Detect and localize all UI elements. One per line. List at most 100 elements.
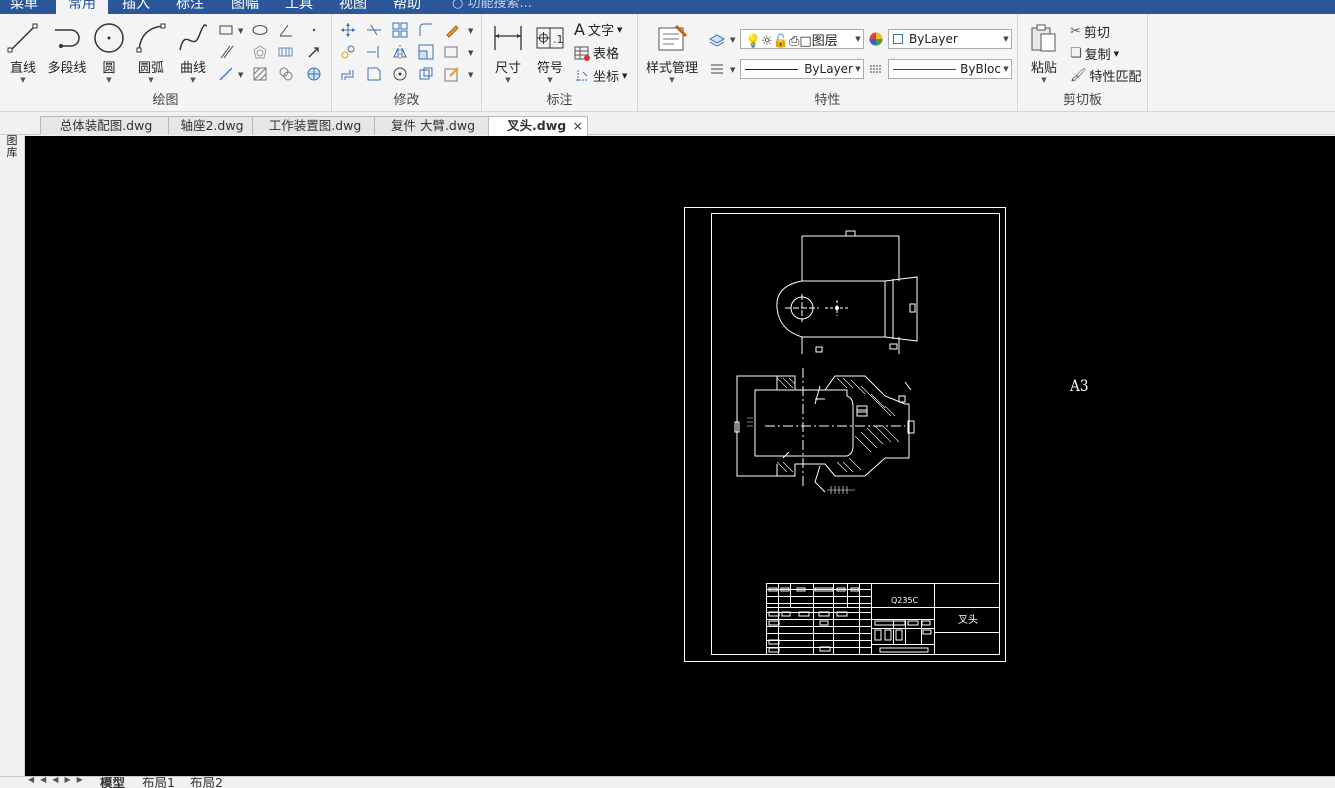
lineweight-preview-line — [893, 68, 957, 70]
tab-sheet[interactable]: 图幅 — [231, 0, 259, 14]
table-label: 表格 — [593, 47, 620, 62]
close-tab-icon[interactable]: × — [573, 117, 583, 135]
array-button[interactable] — [392, 22, 412, 40]
dimension-button[interactable]: 尺寸 ▼ — [490, 22, 526, 84]
copy-button[interactable]: ❏ 复制 ▼ — [1070, 44, 1119, 63]
tab-home[interactable]: 常用 — [56, 0, 108, 14]
polygon-button[interactable] — [252, 44, 272, 62]
chevron-down-icon: ▼ — [622, 71, 628, 80]
line-button[interactable]: 直线 ▼ — [6, 22, 40, 84]
paste-label: 粘贴 — [1030, 61, 1057, 76]
linetype-dropdown[interactable]: ByLayer ▼ — [740, 59, 864, 79]
angle-icon — [279, 24, 292, 37]
wall-button[interactable] — [278, 44, 298, 62]
chevron-down-icon: ▼ — [730, 66, 736, 74]
table-button[interactable]: 表格 — [574, 43, 619, 62]
layer-state-icons: 💡☼🔓⎙□图层 — [745, 33, 838, 49]
offset-button[interactable] — [340, 66, 360, 84]
copy-object-button[interactable] — [340, 44, 360, 62]
layout-tab-layout1[interactable]: 布局1 — [142, 777, 175, 788]
layout-tab-layout2[interactable]: 布局2 — [190, 777, 223, 788]
linetype-preview-line — [745, 68, 799, 70]
rectangle-button[interactable] — [218, 22, 238, 40]
coordinate-label: 坐标 — [593, 70, 620, 85]
tab-tools[interactable]: 工具 — [285, 0, 313, 14]
region-button[interactable] — [278, 66, 298, 84]
tab-view[interactable]: 视图 — [339, 0, 367, 14]
hatch-button[interactable] — [252, 66, 272, 84]
trim-button[interactable] — [366, 22, 386, 40]
modify-group: ▼ ▼ ▼ 修改 — [332, 14, 482, 112]
extend-button[interactable] — [366, 44, 386, 62]
fillet-button[interactable] — [418, 22, 438, 40]
scale-button[interactable] — [418, 44, 438, 62]
chevron-down-icon: ▼ — [1041, 76, 1047, 84]
lineweight-value: ByBloc — [889, 62, 1001, 76]
construction-line-button[interactable] — [218, 66, 238, 84]
document-tab-active[interactable]: 叉头.dwg × — [488, 116, 588, 136]
chevron-down-icon: ▼ — [468, 27, 474, 35]
symbol-button[interactable]: .1 符号 ▼ — [532, 22, 568, 84]
gradient-button[interactable] — [306, 66, 326, 84]
point-button[interactable] — [306, 22, 326, 40]
angle-line-button[interactable] — [278, 22, 298, 40]
extend-icon — [367, 46, 379, 58]
tab-insert[interactable]: 插入 — [122, 0, 150, 14]
mirror-button[interactable] — [392, 44, 412, 62]
document-tab[interactable]: 轴座2.dwg — [168, 116, 256, 135]
chevron-down-icon: ▼ — [238, 27, 244, 35]
chevron-down-icon: ▼ — [468, 71, 474, 79]
coordinate-icon — [576, 69, 588, 82]
linetype-scale-button[interactable] — [868, 61, 888, 79]
document-tab[interactable]: 工作装置图.dwg — [252, 116, 378, 135]
sheet-size-label: A3 — [1070, 376, 1089, 395]
color-dropdown[interactable]: ByLayer ▼ — [888, 29, 1012, 49]
tab-annotate[interactable]: 标注 — [176, 0, 204, 14]
chevron-down-icon: ▼ — [505, 76, 511, 84]
chevron-down-icon: ▼ — [855, 35, 861, 43]
coordinate-button[interactable]: 坐标 ▼ — [574, 66, 627, 85]
rotate-button[interactable] — [392, 66, 412, 84]
ellipse-button[interactable] — [252, 22, 272, 40]
cut-button[interactable]: ✂ 剪切 — [1070, 22, 1110, 41]
line-icon — [7, 23, 38, 53]
tab-menu[interactable]: 菜单 — [10, 0, 38, 14]
layout-tab-model[interactable]: 模型 — [100, 777, 125, 788]
chevron-down-icon: ▼ — [730, 36, 736, 44]
point-icon — [312, 28, 316, 32]
layer-state-button[interactable] — [708, 30, 728, 48]
library-side-panel[interactable]: 图库 — [0, 113, 25, 776]
lineweight-toggle-button[interactable] — [708, 60, 728, 78]
layout-nav-arrows[interactable]: ◀◀◀▶▶ — [28, 777, 89, 784]
feature-search-input[interactable]: ○ 功能搜索... — [452, 0, 532, 14]
properties-edit-button[interactable] — [444, 66, 464, 84]
color-value: ByLayer — [889, 32, 1001, 46]
drawing-canvas[interactable]: Q235C 叉头 A3 — [25, 136, 1335, 776]
document-tab[interactable]: 复件 大臂.dwg — [374, 116, 492, 135]
layer-dropdown[interactable]: 💡☼🔓⎙□图层 ▼ — [740, 29, 864, 49]
polyline-button[interactable]: 多段线 — [44, 22, 90, 76]
arc-button[interactable]: 圆弧 ▼ — [132, 22, 170, 84]
break-button[interactable] — [366, 66, 386, 84]
match-properties-button[interactable]: 🖌 特性匹配 — [1070, 66, 1142, 85]
tab-help[interactable]: 帮助 — [393, 0, 421, 14]
spline-button[interactable]: 曲线 ▼ — [174, 22, 212, 84]
chevron-down-icon: ▼ — [148, 76, 154, 84]
circle-button[interactable]: 圆 ▼ — [92, 22, 126, 84]
erase-button[interactable] — [444, 22, 464, 40]
lineweight-dropdown[interactable]: ByBloc ▼ — [888, 59, 1012, 79]
style-manager-button[interactable]: 样式管理 ▼ — [642, 22, 702, 84]
section-hatching — [776, 377, 900, 494]
move-button[interactable] — [340, 22, 360, 40]
properties-group-label: 特性 — [814, 93, 841, 108]
move-icon — [341, 23, 355, 37]
arrow-draw-button[interactable] — [306, 44, 326, 62]
color-wheel-button[interactable] — [868, 31, 888, 49]
paste-button[interactable]: 粘贴 ▼ — [1026, 22, 1062, 84]
explode-button[interactable] — [418, 66, 438, 84]
document-tab[interactable]: 总体装配图.dwg — [40, 116, 172, 135]
text-button[interactable]: A 文字 ▼ — [574, 20, 622, 39]
stretch-button[interactable] — [444, 44, 464, 62]
trim-icon — [367, 24, 381, 36]
parallel-line-button[interactable] — [218, 44, 238, 62]
